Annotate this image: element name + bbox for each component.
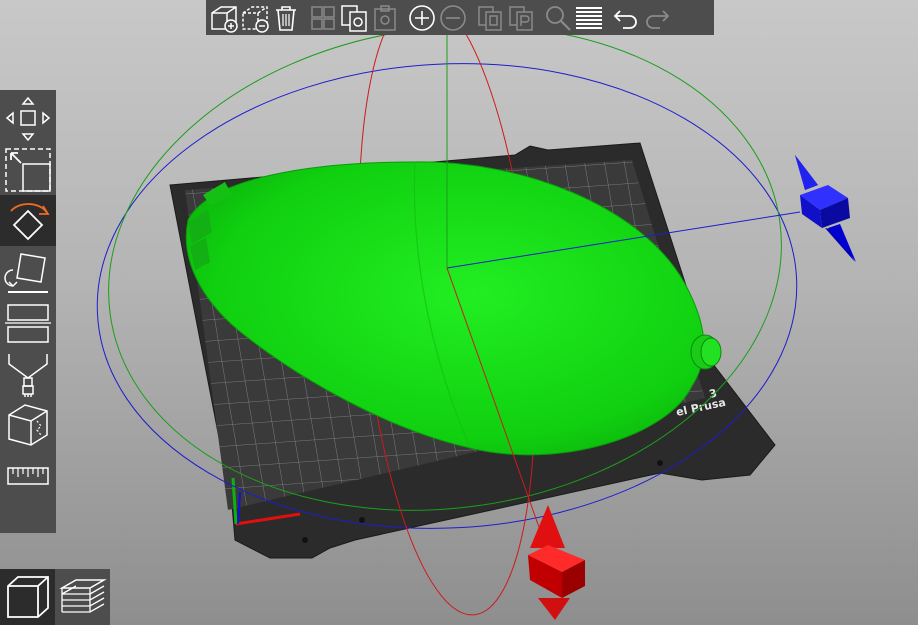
redo-button[interactable] (641, 1, 672, 34)
search-button[interactable] (542, 1, 573, 34)
top-toolbar (206, 0, 714, 35)
rotate-grabber-z[interactable] (795, 155, 856, 262)
trash-icon (275, 5, 296, 31)
layers-editing-button[interactable] (573, 1, 604, 34)
split-parts-icon (508, 5, 533, 31)
measure-tool[interactable] (0, 450, 56, 501)
rotate-icon (10, 202, 50, 240)
add-instance-button[interactable] (406, 1, 437, 34)
layers-icon (575, 6, 602, 29)
3d-view-button[interactable] (0, 569, 55, 625)
arrange-button[interactable] (307, 1, 338, 34)
move-arrows-icon (5, 96, 51, 141)
preview-button[interactable] (55, 569, 110, 625)
remove-instance-button[interactable] (437, 1, 468, 34)
undo-icon (613, 9, 637, 29)
cube-plus-icon (210, 5, 238, 33)
seam-painting-tool[interactable] (0, 399, 56, 450)
add-button[interactable] (208, 1, 239, 34)
arrange-icon (310, 5, 335, 30)
3d-viewport[interactable]: 3 el Prusa (0, 0, 918, 625)
plus-circle-icon (408, 4, 435, 31)
move-tool[interactable] (0, 93, 56, 144)
supports-paint-icon (8, 353, 48, 397)
delete-button[interactable] (239, 1, 270, 34)
undo-button[interactable] (610, 1, 641, 34)
seam-paint-icon (8, 403, 48, 446)
supports-painting-tool[interactable] (0, 348, 56, 399)
delete-all-button[interactable] (270, 1, 301, 34)
split-objects-button[interactable] (474, 1, 505, 34)
copy-icon (340, 4, 367, 32)
cut-icon (5, 303, 51, 343)
minus-circle-icon (439, 4, 466, 31)
rotate-tool[interactable] (0, 195, 56, 246)
paste-icon (373, 4, 396, 31)
left-toolbar (0, 90, 56, 533)
rotate-grabber-x[interactable] (528, 505, 585, 620)
magnifier-icon (545, 5, 571, 31)
cut-tool[interactable] (0, 297, 56, 348)
place-on-face-icon (4, 252, 48, 293)
scale-tool[interactable] (0, 144, 56, 195)
view-switch (0, 569, 110, 625)
layers-preview-icon (58, 579, 107, 613)
cube-view-icon (6, 576, 49, 618)
ruler-icon (7, 466, 49, 485)
split-parts-button[interactable] (505, 1, 536, 34)
scale-icon (5, 147, 51, 192)
cube-minus-icon (241, 5, 269, 33)
split-objects-icon (477, 5, 502, 31)
redo-icon (645, 9, 669, 29)
copy-button[interactable] (338, 1, 369, 34)
paste-button[interactable] (369, 1, 400, 34)
place-on-face-tool[interactable] (0, 246, 56, 297)
